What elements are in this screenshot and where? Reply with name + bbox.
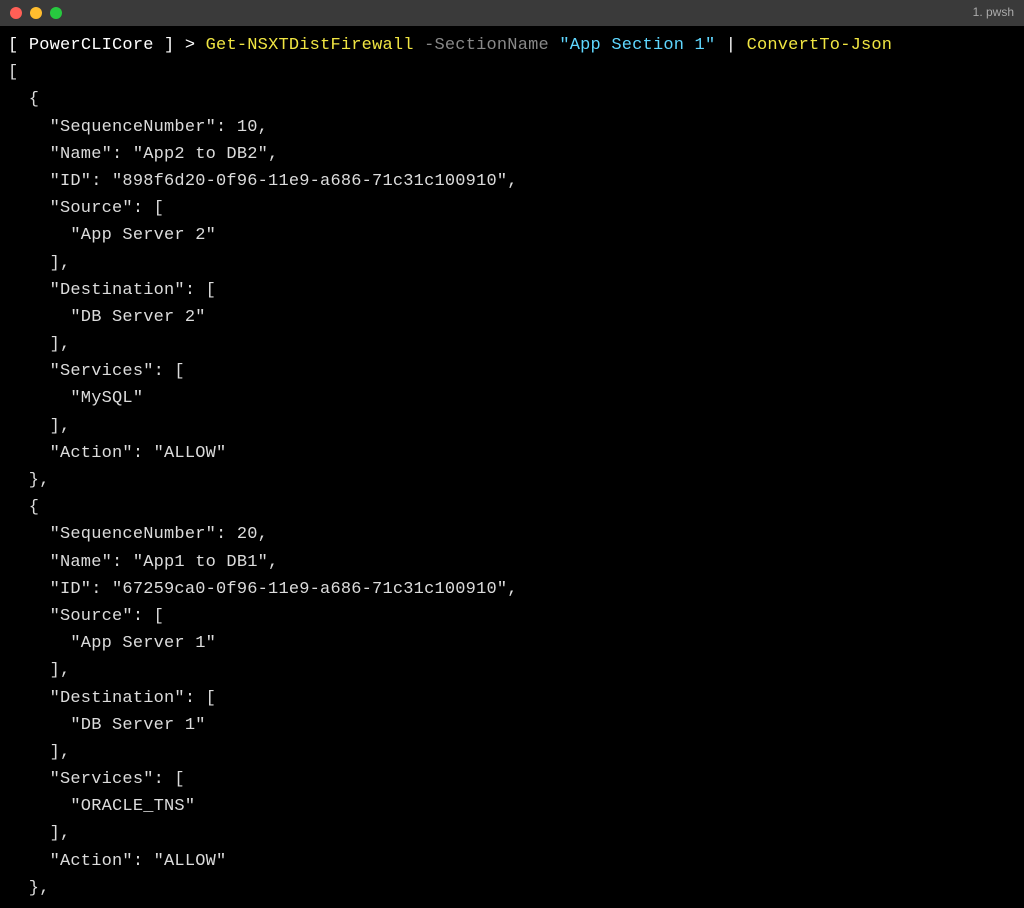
pipe: |	[715, 36, 746, 55]
param-value: "App Section 1"	[559, 36, 715, 55]
output-line: "DB Server 2"	[8, 308, 206, 327]
output-line: },	[8, 471, 50, 490]
terminal-content[interactable]: [ PowerCLICore ] > Get-NSXTDistFirewall …	[0, 26, 1024, 908]
output-line: "DB Server 1"	[8, 716, 206, 735]
output-line: ],	[8, 661, 70, 680]
minimize-button[interactable]	[30, 7, 42, 19]
window-titlebar: 1. pwsh	[0, 0, 1024, 26]
output-line: "Action": "ALLOW"	[8, 852, 226, 871]
command-convert: ConvertTo-Json	[747, 36, 893, 55]
output-line: "Action": "ALLOW"	[8, 444, 226, 463]
output-line: [	[8, 63, 18, 82]
output-line: {	[8, 498, 39, 517]
prompt-context: PowerCLICore	[29, 36, 154, 55]
output-line: "SequenceNumber": 10,	[8, 118, 268, 137]
output-line: "Destination": [	[8, 689, 216, 708]
output-line: "ORACLE_TNS"	[8, 797, 195, 816]
output-line: "Name": "App1 to DB1",	[8, 553, 278, 572]
output-line: "Name": "App2 to DB2",	[8, 145, 278, 164]
output-line: {	[8, 90, 39, 109]
output-line: "ID": "898f6d20-0f96-11e9-a686-71c31c100…	[8, 172, 518, 191]
traffic-lights	[10, 7, 62, 19]
output-line: ],	[8, 254, 70, 273]
output-line: ],	[8, 417, 70, 436]
window-title: 1. pwsh	[973, 3, 1014, 22]
output-line: ],	[8, 743, 70, 762]
output-line: "Source": [	[8, 199, 164, 218]
output-line: "MySQL"	[8, 389, 143, 408]
output-line: "Services": [	[8, 362, 185, 381]
maximize-button[interactable]	[50, 7, 62, 19]
prompt-open: [	[8, 36, 29, 55]
prompt-close: ] >	[154, 36, 206, 55]
output-line: "SequenceNumber": 20,	[8, 525, 268, 544]
output-line: "Destination": [	[8, 281, 216, 300]
command-get: Get-NSXTDistFirewall	[206, 36, 424, 55]
output-line: ],	[8, 335, 70, 354]
output-line: "App Server 2"	[8, 226, 216, 245]
output-line: },	[8, 879, 50, 898]
output-line: "App Server 1"	[8, 634, 216, 653]
param-name: -SectionName	[424, 36, 559, 55]
output-line: "Source": [	[8, 607, 164, 626]
output-line: ],	[8, 824, 70, 843]
close-button[interactable]	[10, 7, 22, 19]
output-line: "ID": "67259ca0-0f96-11e9-a686-71c31c100…	[8, 580, 518, 599]
output-line: "Services": [	[8, 770, 185, 789]
